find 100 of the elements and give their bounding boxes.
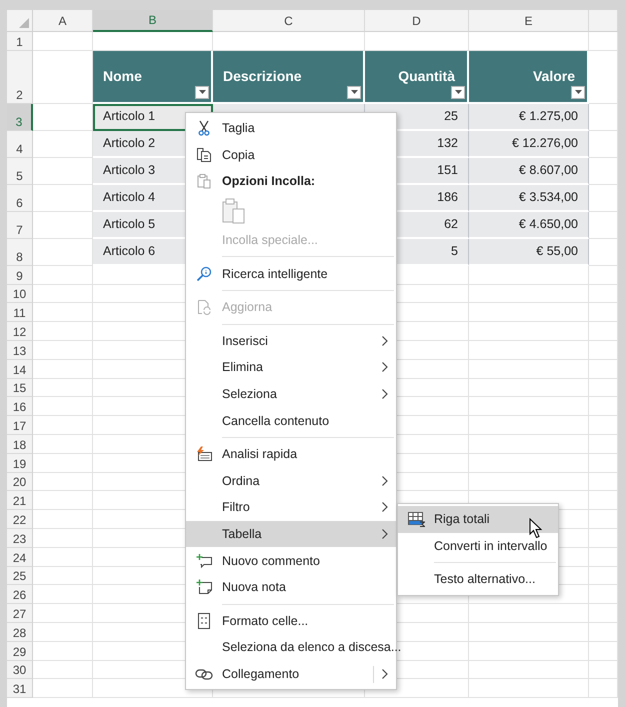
grid-cell[interactable] bbox=[33, 604, 93, 623]
filter-button[interactable] bbox=[451, 86, 465, 99]
grid-cell[interactable] bbox=[33, 397, 93, 416]
menu-item[interactable]: Seleziona bbox=[186, 380, 396, 408]
grid-cell[interactable] bbox=[589, 491, 618, 510]
grid-cell[interactable] bbox=[469, 679, 589, 698]
column-header[interactable]: C bbox=[213, 10, 365, 32]
grid-cell[interactable] bbox=[589, 397, 618, 416]
grid-cell[interactable] bbox=[469, 397, 589, 416]
select-all-icon[interactable] bbox=[19, 18, 29, 28]
grid-cell[interactable] bbox=[589, 360, 618, 379]
row-header[interactable]: 12 bbox=[7, 322, 33, 341]
grid-cell[interactable] bbox=[33, 360, 93, 379]
menu-item[interactable]: Analisi rapida bbox=[186, 440, 396, 468]
row-header[interactable]: 19 bbox=[7, 454, 33, 473]
filter-button[interactable] bbox=[571, 86, 585, 99]
menu-item[interactable]: Ordina bbox=[186, 468, 396, 494]
grid-cell[interactable] bbox=[33, 528, 93, 548]
grid-cell[interactable] bbox=[589, 416, 618, 435]
row-header[interactable]: 23 bbox=[7, 528, 33, 548]
grid-cell[interactable] bbox=[33, 585, 93, 604]
grid-cell[interactable] bbox=[469, 284, 589, 304]
menu-item[interactable]: Testo alternativo... bbox=[398, 566, 558, 593]
row-header[interactable]: 1 bbox=[7, 32, 33, 51]
grid-cell[interactable] bbox=[33, 491, 93, 510]
grid-cell[interactable] bbox=[589, 548, 618, 567]
grid-cell[interactable] bbox=[33, 642, 93, 661]
grid-cell[interactable] bbox=[469, 472, 589, 492]
menu-item[interactable]: Inserisci bbox=[186, 328, 396, 354]
row-header[interactable]: 13 bbox=[7, 340, 33, 360]
grid-cell[interactable] bbox=[589, 528, 618, 548]
grid-cell[interactable] bbox=[33, 416, 93, 435]
row-header[interactable]: 30 bbox=[7, 660, 33, 680]
grid-cell[interactable] bbox=[33, 284, 93, 304]
grid-cell[interactable] bbox=[589, 510, 618, 529]
row-header[interactable]: 31 bbox=[7, 679, 33, 698]
row-header[interactable]: 26 bbox=[7, 585, 33, 604]
grid-cell[interactable] bbox=[469, 604, 589, 623]
menu-item[interactable]: Filtro bbox=[186, 494, 396, 521]
grid-cell[interactable] bbox=[469, 660, 589, 680]
row-header[interactable]: 3 bbox=[7, 104, 33, 131]
grid-cell[interactable] bbox=[469, 303, 589, 322]
grid-cell[interactable] bbox=[589, 566, 618, 586]
grid-cell[interactable] bbox=[469, 266, 589, 285]
menu-item[interactable]: Cancella contenuto bbox=[186, 407, 396, 434]
menu-item[interactable]: Nuovo commento bbox=[186, 547, 396, 574]
paste-icon[interactable] bbox=[222, 198, 246, 224]
row-header[interactable]: 7 bbox=[7, 212, 33, 239]
grid-cell[interactable] bbox=[469, 434, 589, 454]
grid-cell[interactable] bbox=[589, 472, 618, 492]
grid-cell[interactable] bbox=[589, 238, 618, 266]
row-header[interactable]: 6 bbox=[7, 184, 33, 212]
menu-item[interactable]: Tabella bbox=[186, 520, 396, 548]
grid-cell[interactable] bbox=[589, 434, 618, 454]
menu-item[interactable]: Formato celle... bbox=[186, 608, 396, 634]
grid-cell[interactable] bbox=[589, 322, 618, 341]
row-header[interactable]: 16 bbox=[7, 397, 33, 416]
menu-item[interactable]: Riga totali bbox=[398, 506, 558, 533]
row-header[interactable]: 20 bbox=[7, 472, 33, 492]
grid-cell[interactable] bbox=[469, 622, 589, 642]
grid-cell[interactable] bbox=[589, 32, 618, 51]
grid-cell[interactable] bbox=[589, 585, 618, 604]
row-header[interactable]: 24 bbox=[7, 548, 33, 567]
grid-cell[interactable] bbox=[469, 378, 589, 398]
column-header[interactable]: B bbox=[93, 10, 213, 32]
menu-item[interactable]: Elimina bbox=[186, 354, 396, 381]
grid-cell[interactable] bbox=[33, 340, 93, 360]
grid-cell[interactable] bbox=[469, 322, 589, 341]
column-header[interactable]: D bbox=[365, 10, 469, 32]
grid-cell[interactable] bbox=[33, 679, 93, 698]
row-header[interactable]: 14 bbox=[7, 360, 33, 379]
grid-cell[interactable] bbox=[589, 104, 618, 131]
grid-cell[interactable] bbox=[33, 378, 93, 398]
menu-item[interactable]: Nuova nota bbox=[186, 574, 396, 600]
grid-cell[interactable] bbox=[589, 622, 618, 642]
grid-cell[interactable] bbox=[589, 660, 618, 680]
grid-cell[interactable] bbox=[33, 434, 93, 454]
row-header[interactable]: 22 bbox=[7, 510, 33, 529]
row-header[interactable]: 9 bbox=[7, 266, 33, 285]
grid-cell[interactable] bbox=[589, 340, 618, 360]
menu-item[interactable]: Collegamento bbox=[186, 660, 396, 688]
grid-cell[interactable] bbox=[589, 454, 618, 473]
column-header[interactable] bbox=[589, 10, 618, 32]
column-header[interactable]: E bbox=[469, 10, 589, 32]
grid-cell[interactable] bbox=[33, 32, 93, 51]
row-header[interactable]: 28 bbox=[7, 622, 33, 642]
grid-cell[interactable] bbox=[469, 360, 589, 379]
row-header[interactable]: 21 bbox=[7, 491, 33, 510]
grid-cell[interactable] bbox=[589, 158, 618, 185]
grid-cell[interactable] bbox=[469, 454, 589, 473]
grid-cell[interactable] bbox=[33, 548, 93, 567]
grid-cell[interactable] bbox=[589, 284, 618, 304]
grid-cell[interactable] bbox=[589, 303, 618, 322]
grid-cell[interactable] bbox=[589, 184, 618, 212]
filter-button[interactable] bbox=[347, 86, 361, 99]
row-header[interactable]: 5 bbox=[7, 158, 33, 185]
filter-button[interactable] bbox=[195, 86, 209, 99]
grid-cell[interactable] bbox=[33, 510, 93, 529]
grid-cell[interactable] bbox=[589, 50, 618, 104]
grid-cell[interactable] bbox=[589, 642, 618, 661]
